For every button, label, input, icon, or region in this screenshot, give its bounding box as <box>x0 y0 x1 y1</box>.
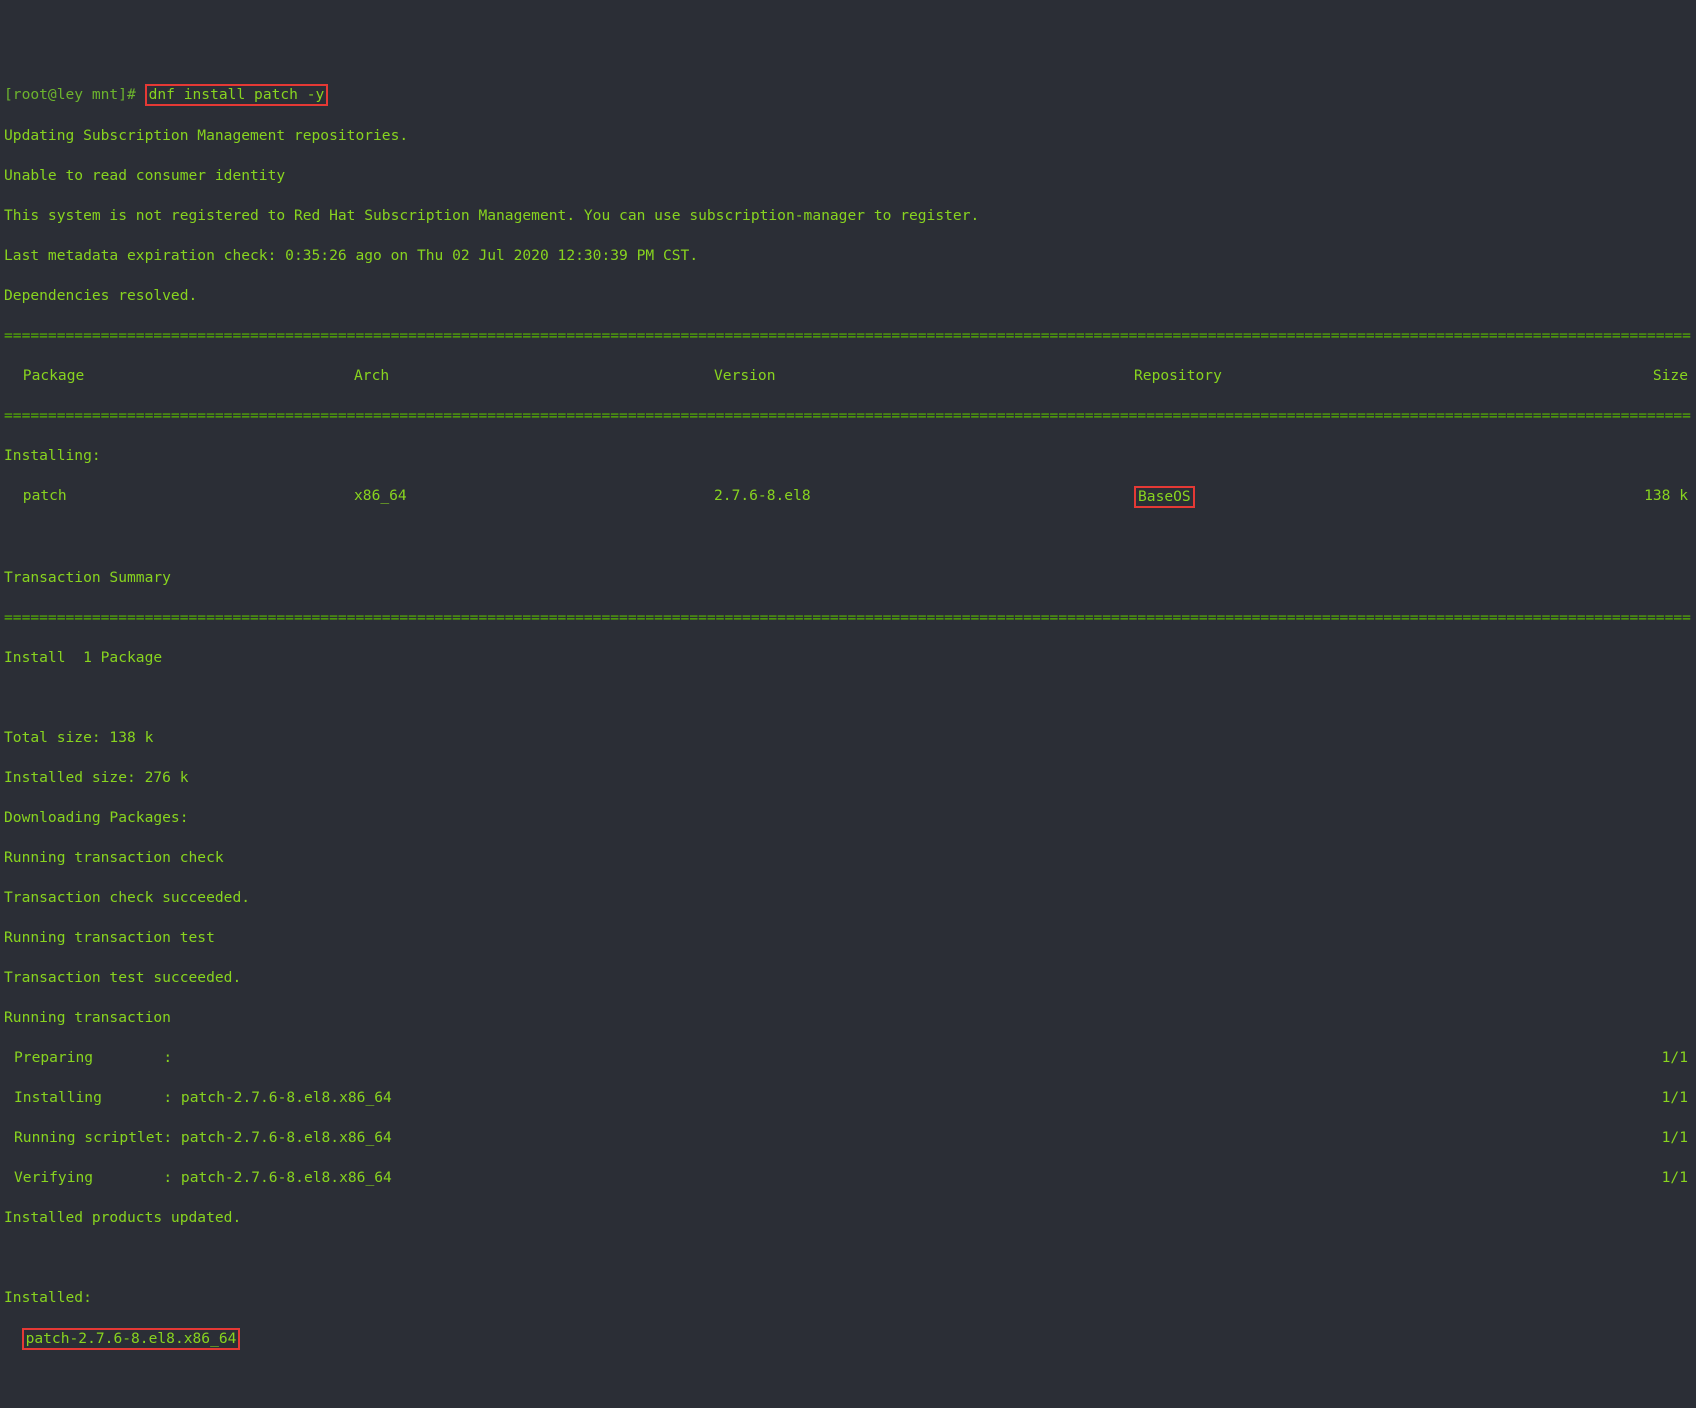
cell-package: patch <box>4 486 354 508</box>
output-line: Downloading Packages: <box>4 808 1692 828</box>
col-package: Package <box>4 366 354 386</box>
divider: ========================================… <box>4 608 1692 628</box>
cell-repository: BaseOS <box>1134 486 1504 508</box>
terminal[interactable]: [root@ley mnt]# dnf install patch -y Upd… <box>4 64 1692 1370</box>
output-line: Transaction test succeeded. <box>4 968 1692 988</box>
output-line: Running transaction test <box>4 928 1692 948</box>
output-line: Last metadata expiration check: 0:35:26 … <box>4 246 1692 266</box>
installing-heading: Installing: <box>4 446 1692 466</box>
output-line: Installed size: 276 k <box>4 768 1692 788</box>
step-preparing: Preparing :1/1 <box>4 1048 1692 1068</box>
output-line: Install 1 Package <box>4 648 1692 668</box>
output-line: Running transaction <box>4 1008 1692 1028</box>
installed-pkg-highlight: patch-2.7.6-8.el8.x86_64 <box>22 1328 241 1350</box>
cell-version: 2.7.6-8.el8 <box>714 486 1134 508</box>
blank-line <box>4 688 1692 708</box>
output-line: Unable to read consumer identity <box>4 166 1692 186</box>
blank-line <box>4 528 1692 548</box>
table-header: PackageArchVersionRepositorySize <box>4 366 1692 386</box>
cell-arch: x86_64 <box>354 486 714 508</box>
prompt-prefix: [root@ley mnt]# <box>4 86 136 103</box>
blank-line <box>4 1248 1692 1268</box>
col-repository: Repository <box>1134 366 1504 386</box>
divider: ========================================… <box>4 406 1692 426</box>
cell-size: 138 k <box>1504 486 1692 508</box>
transaction-summary-heading: Transaction Summary <box>4 568 1692 588</box>
output-line: Total size: 138 k <box>4 728 1692 748</box>
step-verifying: Verifying : patch-2.7.6-8.el8.x86_641/1 <box>4 1168 1692 1188</box>
output-line: This system is not registered to Red Hat… <box>4 206 1692 226</box>
table-row: patchx86_642.7.6-8.el8BaseOS 138 k <box>4 486 1692 508</box>
output-line: Transaction check succeeded. <box>4 888 1692 908</box>
installed-pkg-line: patch-2.7.6-8.el8.x86_64 <box>4 1328 1692 1350</box>
command-highlight: dnf install patch -y <box>145 84 329 106</box>
step-count: 1/1 <box>1662 1088 1692 1108</box>
step-count: 1/1 <box>1662 1168 1692 1188</box>
divider: ========================================… <box>4 326 1692 346</box>
step-count: 1/1 <box>1662 1128 1692 1148</box>
installed-heading: Installed: <box>4 1288 1692 1308</box>
col-size: Size <box>1504 366 1692 386</box>
step-count: 1/1 <box>1662 1048 1692 1068</box>
prompt-line: [root@ley mnt]# dnf install patch -y <box>4 84 1692 106</box>
output-line: Updating Subscription Management reposit… <box>4 126 1692 146</box>
step-installing: Installing : patch-2.7.6-8.el8.x86_641/1 <box>4 1088 1692 1108</box>
col-arch: Arch <box>354 366 714 386</box>
col-version: Version <box>714 366 1134 386</box>
output-line: Installed products updated. <box>4 1208 1692 1228</box>
output-line: Running transaction check <box>4 848 1692 868</box>
repo-highlight: BaseOS <box>1134 486 1195 508</box>
output-line: Dependencies resolved. <box>4 286 1692 306</box>
step-scriptlet: Running scriptlet: patch-2.7.6-8.el8.x86… <box>4 1128 1692 1148</box>
